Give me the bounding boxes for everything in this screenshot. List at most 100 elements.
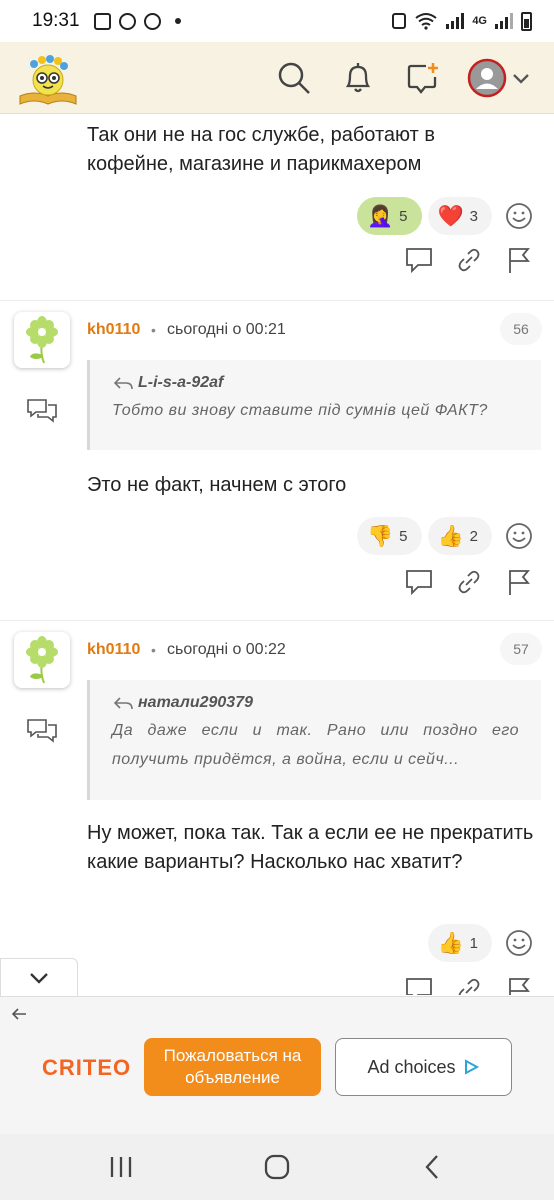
flag-icon[interactable]: [504, 975, 534, 995]
home-button[interactable]: [262, 1152, 292, 1182]
profile-menu-button[interactable]: [464, 56, 534, 100]
quote-author: натали290379: [138, 694, 253, 711]
conversation-icon[interactable]: [26, 397, 58, 425]
quote-author: L-i-s-a-92af: [138, 374, 224, 391]
ad-choices-icon: [464, 1059, 479, 1075]
signal-icon-2: [495, 13, 513, 29]
b-badge-icon: [143, 12, 161, 30]
separator: •: [151, 322, 156, 338]
new-message-button[interactable]: [401, 56, 445, 100]
comment-text: Так они не на гос службе, работают в коф…: [87, 124, 435, 175]
reactions-bar: 🤦‍♀️ 5 ❤️ 3: [357, 197, 534, 235]
divider: [0, 300, 554, 301]
add-reaction-icon[interactable]: [504, 521, 534, 551]
quote-author-row: натали290379: [112, 694, 519, 712]
reaction-count: 5: [399, 207, 408, 225]
reaction-thumbs-down[interactable]: 👎 5: [357, 517, 422, 555]
home-icon: [264, 1154, 290, 1180]
notifications-button[interactable]: [336, 56, 380, 100]
add-reaction-icon[interactable]: [504, 201, 534, 231]
ad-choices-button[interactable]: Ad choices: [335, 1038, 512, 1096]
add-reaction-icon[interactable]: [504, 928, 534, 958]
reaction-facepalm[interactable]: 🤦‍♀️ 5: [357, 197, 422, 235]
quote-block[interactable]: L-i-s-a-92af Тобто ви знову ставите під …: [87, 360, 541, 450]
user-avatar-icon: [467, 58, 507, 98]
reactions-bar: 👍 1: [427, 924, 535, 962]
report-ad-button[interactable]: Пожаловаться на объявление: [144, 1038, 321, 1096]
link-icon[interactable]: [454, 975, 484, 995]
search-button[interactable]: [272, 56, 316, 100]
conversation-icon[interactable]: [26, 717, 58, 745]
recent-apps-button[interactable]: [106, 1152, 136, 1182]
back-arrow-icon[interactable]: [10, 1005, 28, 1023]
battery-icon: [521, 11, 532, 31]
app-header: [0, 42, 554, 114]
system-nav-bar: [0, 1134, 554, 1200]
thumbs-up-emoji-icon: 👍: [437, 931, 464, 955]
recent-apps-icon: [110, 1157, 132, 1177]
quote-text: Тобто ви знову ставите під сумнів цей ФА…: [112, 402, 488, 419]
flag-icon[interactable]: [504, 245, 534, 275]
comment-actions: [404, 245, 534, 275]
avatar[interactable]: [14, 632, 70, 688]
reaction-count: 2: [469, 527, 478, 545]
flag-icon[interactable]: [504, 567, 534, 597]
reply-arrow-icon: [113, 377, 133, 390]
reaction-thumbs-up[interactable]: 👍 2: [427, 517, 492, 555]
comment-time[interactable]: сьогодні о 00:22: [167, 641, 286, 659]
flower-avatar-icon: [26, 316, 58, 364]
site-logo[interactable]: [16, 50, 80, 108]
comment-text: Это не факт, начнем с этого: [87, 474, 347, 496]
divider: [0, 620, 554, 621]
comment-actions: [404, 567, 534, 597]
comment-text: Ну может, пока так. Так а если ее не пре…: [87, 822, 534, 873]
reply-icon[interactable]: [404, 975, 434, 995]
quote-block[interactable]: натали290379 Да даже если и так. Рано ил…: [87, 680, 541, 800]
link-icon[interactable]: [454, 245, 484, 275]
avatar[interactable]: [14, 312, 70, 368]
reaction-count: 5: [399, 527, 408, 545]
network-label: 4G: [472, 15, 487, 27]
heart-emoji-icon: ❤️: [437, 204, 464, 228]
bell-icon: [345, 63, 371, 93]
back-button[interactable]: [418, 1152, 448, 1182]
facepalm-emoji-icon: 🤦‍♀️: [367, 204, 394, 228]
system-icons: 4G: [392, 11, 532, 31]
comment-actions: [404, 975, 534, 995]
more-notifications-icon: [174, 18, 181, 24]
reaction-count: 1: [469, 934, 478, 952]
flower-avatar-icon: [26, 636, 58, 684]
thumbs-down-emoji-icon: 👎: [367, 524, 394, 548]
ad-choices-label: Ad choices: [367, 1056, 456, 1077]
wifi-icon: [415, 13, 437, 30]
comment-number[interactable]: 56: [500, 313, 542, 345]
quote-author-row: L-i-s-a-92af: [112, 374, 519, 392]
reaction-heart[interactable]: ❤️ 3: [427, 197, 492, 235]
comment-author[interactable]: kh0110: [87, 641, 140, 659]
reply-arrow-icon: [113, 697, 133, 710]
new-message-icon: [407, 63, 438, 94]
status-time: 19:31: [32, 10, 80, 31]
search-icon: [278, 62, 310, 94]
viber-icon: [118, 12, 136, 30]
collapse-ad-button[interactable]: [0, 958, 78, 996]
link-icon[interactable]: [454, 567, 484, 597]
chevron-down-icon: [30, 972, 48, 984]
comment-author[interactable]: kh0110: [87, 321, 140, 339]
ad-brand-logo: CRITEO: [42, 1055, 132, 1080]
reaction-thumbs-up[interactable]: 👍 1: [427, 924, 492, 962]
separator: •: [151, 642, 156, 658]
reaction-count: 3: [469, 207, 478, 225]
back-icon: [425, 1155, 438, 1179]
quote-text: Да даже если и так. Рано или поздно его …: [112, 722, 519, 768]
comment-time[interactable]: сьогодні о 00:21: [167, 321, 286, 339]
comment-number[interactable]: 57: [500, 633, 542, 665]
reply-icon[interactable]: [404, 567, 434, 597]
lock-icon: [392, 13, 407, 29]
notification-icons: [93, 12, 181, 30]
signal-icon: [446, 13, 465, 29]
gallery-icon: [93, 12, 111, 30]
chevron-down-icon: [513, 74, 529, 84]
comments-feed[interactable]: Так они не на гос службе, работают в коф…: [0, 115, 554, 995]
reply-icon[interactable]: [404, 245, 434, 275]
